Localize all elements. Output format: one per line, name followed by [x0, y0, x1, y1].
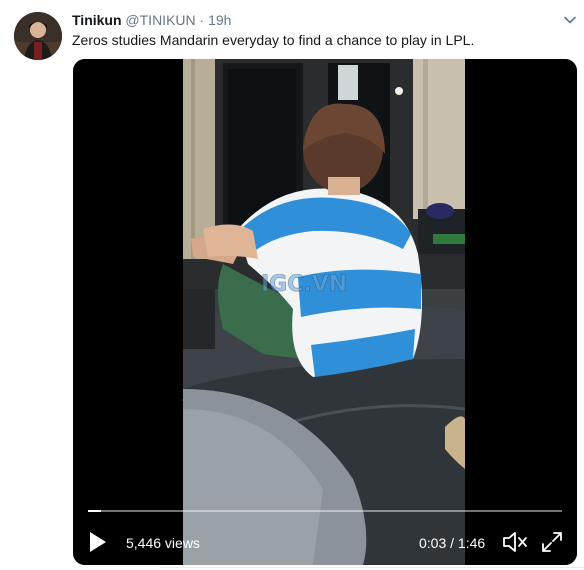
- video-player[interactable]: IGC.VN 5,446 views 0:03 / 1:46: [73, 59, 577, 565]
- chevron-down-icon[interactable]: [562, 12, 578, 28]
- divider: [160, 567, 584, 568]
- avatar-image: [14, 12, 62, 60]
- separator-dot: ·: [199, 12, 205, 28]
- time-total: 1:46: [457, 535, 486, 551]
- play-icon[interactable]: [87, 529, 109, 555]
- video-progress-fill: [88, 510, 102, 512]
- fullscreen-icon[interactable]: [539, 529, 565, 555]
- watermark-logo: IGC.VN: [261, 272, 348, 298]
- author-name[interactable]: Tinikun: [72, 12, 122, 28]
- volume-muted-icon[interactable]: [501, 529, 529, 555]
- tweet-text: Zeros studies Mandarin everyday to find …: [72, 32, 475, 48]
- view-count: 5,446 views: [126, 535, 200, 551]
- tweet-timestamp[interactable]: 19h: [208, 12, 231, 28]
- video-timecode: 0:03 / 1:46: [419, 535, 485, 551]
- avatar[interactable]: [14, 12, 62, 60]
- tweet-card[interactable]: Tinikun @TINIKUN · 19h Zeros studies Man…: [0, 0, 584, 570]
- video-frame[interactable]: IGC.VN: [73, 59, 577, 565]
- svg-text:IGC.VN: IGC.VN: [261, 272, 347, 297]
- video-progress-bar[interactable]: [88, 510, 562, 512]
- author-handle[interactable]: @TINIKUN: [125, 12, 195, 28]
- video-still: [181, 59, 466, 565]
- time-current: 0:03: [419, 535, 447, 551]
- tweet-header: Tinikun @TINIKUN · 19h: [72, 11, 231, 29]
- time-separator: /: [450, 535, 455, 551]
